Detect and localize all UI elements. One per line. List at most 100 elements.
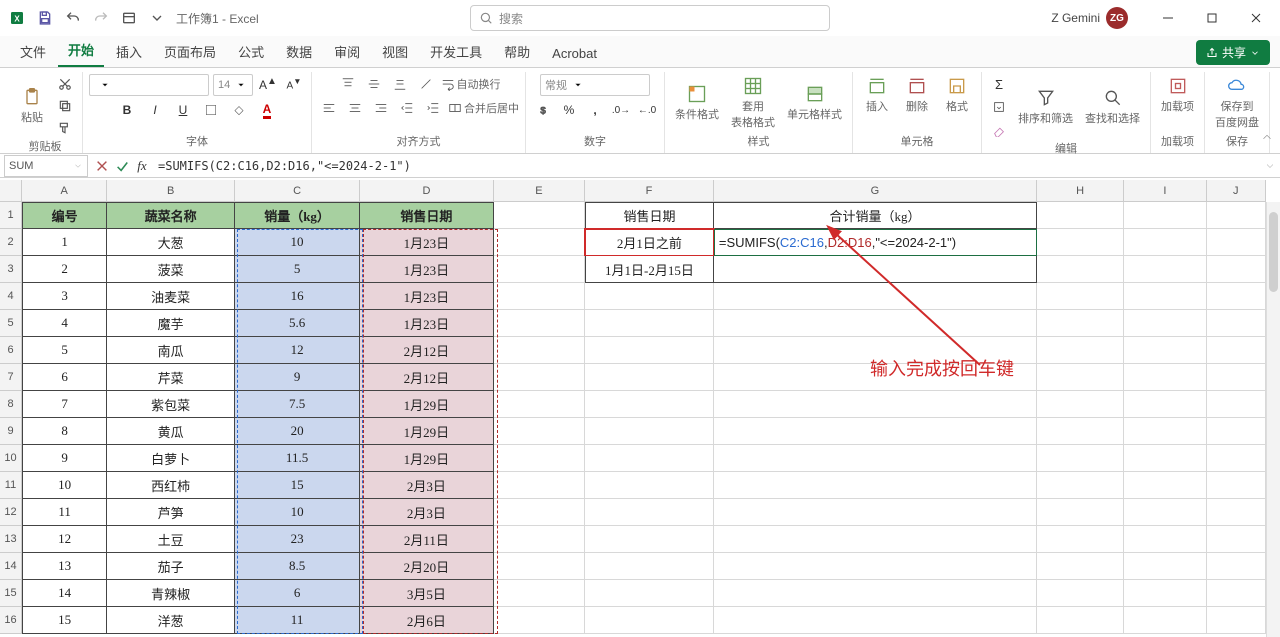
paste-button[interactable]: 粘贴 xyxy=(14,85,50,127)
tab-layout[interactable]: 页面布局 xyxy=(154,36,226,67)
tab-acrobat[interactable]: Acrobat xyxy=(542,40,607,67)
format-cells-button[interactable]: 格式 xyxy=(939,74,975,116)
user-account[interactable]: Z Gemini ZG xyxy=(1051,7,1128,29)
side-header-date[interactable]: 销售日期 xyxy=(585,202,714,229)
col-header-I[interactable]: I xyxy=(1124,180,1206,202)
minimize-button[interactable] xyxy=(1148,4,1188,32)
tab-view[interactable]: 视图 xyxy=(372,36,418,67)
tab-formulas[interactable]: 公式 xyxy=(228,36,274,67)
row-header-8[interactable]: 8 xyxy=(0,391,22,418)
close-button[interactable] xyxy=(1236,4,1276,32)
header-date[interactable]: 销售日期 xyxy=(360,202,494,229)
undo-button[interactable] xyxy=(62,7,84,29)
row-header-5[interactable]: 5 xyxy=(0,310,22,337)
font-family-combo[interactable] xyxy=(89,74,209,96)
col-header-E[interactable]: E xyxy=(494,180,585,202)
row-headers[interactable]: 12345678910111213141516 xyxy=(0,202,22,634)
bold-button[interactable]: B xyxy=(116,100,138,120)
col-header-H[interactable]: H xyxy=(1037,180,1124,202)
merge-center-button[interactable]: 合并后居中 xyxy=(448,98,519,118)
col-header-D[interactable]: D xyxy=(360,180,494,202)
cancel-formula-button[interactable] xyxy=(92,155,112,177)
col-header-B[interactable]: B xyxy=(107,180,235,202)
align-right-button[interactable] xyxy=(370,98,392,118)
insert-function-button[interactable]: fx xyxy=(132,155,152,177)
cell-styles-button[interactable]: 单元格样式 xyxy=(783,82,846,124)
name-box[interactable]: SUM xyxy=(4,155,88,177)
format-painter-button[interactable] xyxy=(54,118,76,138)
tab-review[interactable]: 审阅 xyxy=(324,36,370,67)
formula-cell[interactable]: =SUMIFS(C2:C16,D2:D16,"<=2024-2-1") xyxy=(714,229,1037,256)
autosum-button[interactable]: Σ xyxy=(988,74,1010,94)
align-left-button[interactable] xyxy=(318,98,340,118)
tab-insert[interactable]: 插入 xyxy=(106,36,152,67)
align-bottom-button[interactable] xyxy=(389,74,411,94)
vertical-scrollbar[interactable] xyxy=(1266,202,1280,637)
worksheet[interactable]: A B C D E F G H I J 12345678910111213141… xyxy=(0,180,1280,637)
number-format-combo[interactable]: 常规 xyxy=(540,74,650,96)
wrap-text-button[interactable]: 自动换行 xyxy=(441,74,501,94)
comma-button[interactable]: , xyxy=(584,100,606,120)
row-header-14[interactable]: 14 xyxy=(0,553,22,580)
save-baidu-button[interactable]: 保存到 百度网盘 xyxy=(1211,74,1263,132)
scrollbar-thumb[interactable] xyxy=(1269,212,1278,292)
row-header-9[interactable]: 9 xyxy=(0,418,22,445)
border-button[interactable] xyxy=(200,100,222,120)
align-middle-button[interactable] xyxy=(363,74,385,94)
percent-button[interactable]: % xyxy=(558,100,580,120)
italic-button[interactable]: I xyxy=(144,100,166,120)
row-header-16[interactable]: 16 xyxy=(0,607,22,634)
clear-button[interactable] xyxy=(988,120,1010,140)
col-header-J[interactable]: J xyxy=(1207,180,1266,202)
decrease-decimal-button[interactable]: ←.0 xyxy=(636,100,658,120)
cell-grid[interactable]: 编号 蔬菜名称 销量（kg） 销售日期 销售日期 合计销量（kg） 1大葱101… xyxy=(22,202,1266,637)
font-color-button[interactable]: A xyxy=(256,100,278,120)
accept-formula-button[interactable] xyxy=(112,155,132,177)
col-header-A[interactable]: A xyxy=(22,180,107,202)
find-select-button[interactable]: 查找和选择 xyxy=(1081,86,1144,128)
increase-font-button[interactable]: A▲ xyxy=(257,74,279,94)
font-size-combo[interactable]: 14 xyxy=(213,74,253,96)
share-button[interactable]: 共享 xyxy=(1196,40,1270,65)
underline-button[interactable]: U xyxy=(172,100,194,120)
row-header-7[interactable]: 7 xyxy=(0,364,22,391)
increase-indent-button[interactable] xyxy=(422,98,444,118)
ribbon-collapse-button[interactable] xyxy=(1260,130,1274,147)
header-name[interactable]: 蔬菜名称 xyxy=(107,202,235,229)
insert-cells-button[interactable]: 插入 xyxy=(859,74,895,116)
increase-decimal-button[interactable]: .0→ xyxy=(610,100,632,120)
qat-customize-button[interactable] xyxy=(118,7,140,29)
row-header-1[interactable]: 1 xyxy=(0,202,22,229)
column-headers[interactable]: A B C D E F G H I J xyxy=(22,180,1266,202)
row-header-6[interactable]: 6 xyxy=(0,337,22,364)
formula-input[interactable]: =SUMIFS(C2:C16,D2:D16,"<=2024-2-1") xyxy=(152,155,1260,177)
fill-button[interactable] xyxy=(988,97,1010,117)
redo-button[interactable] xyxy=(90,7,112,29)
row-header-2[interactable]: 2 xyxy=(0,229,22,256)
row-header-3[interactable]: 3 xyxy=(0,256,22,283)
tab-help[interactable]: 帮助 xyxy=(494,36,540,67)
header-id[interactable]: 编号 xyxy=(22,202,107,229)
tab-data[interactable]: 数据 xyxy=(276,36,322,67)
decrease-font-button[interactable]: A▼ xyxy=(283,74,305,94)
cut-button[interactable] xyxy=(54,74,76,94)
fill-color-button[interactable] xyxy=(228,100,250,120)
tab-home[interactable]: 开始 xyxy=(58,34,104,67)
side-header-total[interactable]: 合计销量（kg） xyxy=(714,202,1037,229)
header-qty[interactable]: 销量（kg） xyxy=(235,202,360,229)
addins-button[interactable]: 加载项 xyxy=(1157,74,1198,116)
tab-file[interactable]: 文件 xyxy=(10,36,56,67)
col-header-G[interactable]: G xyxy=(714,180,1037,202)
decrease-indent-button[interactable] xyxy=(396,98,418,118)
copy-button[interactable] xyxy=(54,96,76,116)
save-button[interactable] xyxy=(34,7,56,29)
search-box[interactable]: 搜索 xyxy=(470,5,830,31)
col-header-F[interactable]: F xyxy=(585,180,714,202)
tab-dev[interactable]: 开发工具 xyxy=(420,36,492,67)
col-header-C[interactable]: C xyxy=(235,180,360,202)
row-header-4[interactable]: 4 xyxy=(0,283,22,310)
align-top-button[interactable] xyxy=(337,74,359,94)
formula-bar-expand-button[interactable] xyxy=(1260,160,1280,172)
row-header-11[interactable]: 11 xyxy=(0,472,22,499)
row-header-10[interactable]: 10 xyxy=(0,445,22,472)
